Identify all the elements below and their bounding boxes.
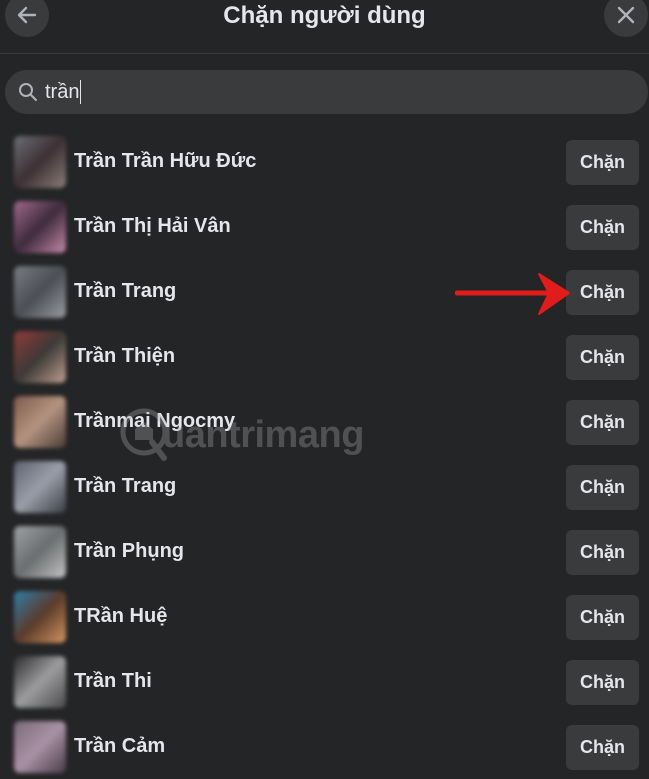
block-button[interactable]: Chặn [566, 595, 639, 640]
user-row: Trần Thiện Chặn [0, 325, 649, 390]
user-avatar[interactable] [14, 526, 66, 578]
search-field[interactable]: trần [5, 70, 648, 114]
block-users-dialog: Chặn người dùng trần Trần Trần Hữu Đức Ch… [0, 0, 649, 779]
user-name: TRần Huệ [74, 605, 168, 627]
user-name: Trần Thi [74, 670, 152, 692]
search-input[interactable]: trần [45, 80, 82, 104]
user-avatar[interactable] [14, 721, 66, 773]
block-button[interactable]: Chặn [566, 335, 639, 380]
close-button[interactable] [604, 0, 648, 37]
user-avatar[interactable] [14, 266, 66, 318]
user-name: Trần Cảm [74, 735, 166, 757]
user-row: TRần Huệ Chặn [0, 585, 649, 650]
block-button[interactable]: Chặn [566, 270, 639, 315]
block-button[interactable]: Chặn [566, 400, 639, 445]
user-row: Trần Trần Hữu Đức Chặn [0, 130, 649, 195]
user-name: Trần Trang [74, 280, 177, 302]
user-avatar[interactable] [14, 591, 66, 643]
dialog-title: Chặn người dùng [223, 2, 426, 29]
user-avatar[interactable] [14, 201, 66, 253]
user-avatar[interactable] [14, 331, 66, 383]
red-arrow-icon [455, 273, 570, 315]
block-button[interactable]: Chặn [566, 725, 639, 770]
user-name: Trần Thị Hải Vân [74, 215, 231, 237]
block-button[interactable]: Chặn [566, 205, 639, 250]
watermark-text: uantrimang [162, 414, 364, 456]
block-button[interactable]: Chặn [566, 140, 639, 185]
user-name: Trần Trang [74, 475, 177, 497]
block-button[interactable]: Chặn [566, 465, 639, 510]
user-avatar[interactable] [14, 656, 66, 708]
block-button[interactable]: Chặn [566, 530, 639, 575]
user-name: Trần Phụng [74, 540, 184, 562]
user-row: Trần Thi Chặn [0, 650, 649, 715]
user-row: Trần Cảm Chặn [0, 715, 649, 779]
user-avatar[interactable] [14, 461, 66, 513]
user-name: Trần Thiện [74, 345, 176, 367]
dialog-header: Chặn người dùng [0, 0, 649, 54]
user-row: Trần Phụng Chặn [0, 520, 649, 585]
user-avatar[interactable] [14, 396, 66, 448]
user-row: Trần Thị Hải Vân Chặn [0, 195, 649, 260]
block-button[interactable]: Chặn [566, 660, 639, 705]
user-avatar[interactable] [14, 136, 66, 188]
search-icon [19, 83, 37, 101]
close-icon [617, 6, 635, 24]
watermark: uantrimang [118, 400, 388, 470]
user-name: Trần Trần Hữu Đức [74, 150, 257, 172]
